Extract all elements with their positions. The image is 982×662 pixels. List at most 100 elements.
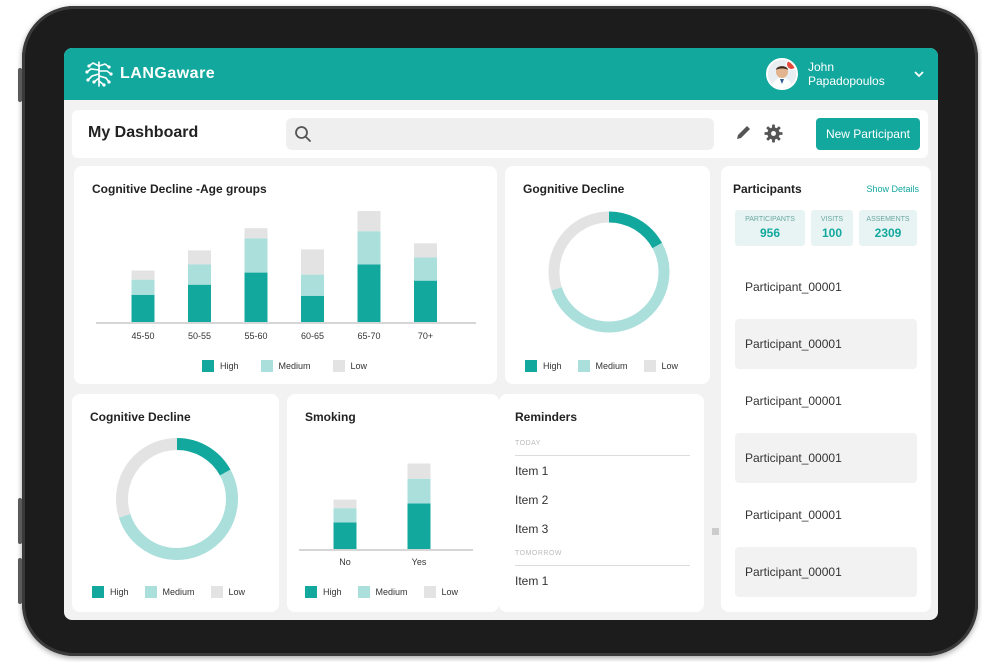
participants-panel: Participants Show Details PARTICIPANTS 9… <box>721 166 931 612</box>
participant-item[interactable]: Participant_00001 <box>735 376 917 426</box>
donut-bottom-legend: High Medium Low <box>92 586 245 598</box>
legend-label-high: High <box>543 361 562 371</box>
bar-low-50-55[interactable] <box>188 250 211 265</box>
legend-swatch-high <box>92 586 104 598</box>
bar-medium-55-60[interactable] <box>244 238 268 273</box>
bar-medium-70+[interactable] <box>414 257 437 281</box>
bar-medium-No[interactable] <box>333 508 357 523</box>
bar-high-65-70[interactable] <box>357 264 381 322</box>
cognitive-decline-donut-card: Gognitive Decline High Medium Low <box>505 166 710 384</box>
x-tick-label: No <box>339 557 351 567</box>
legend-label-high: High <box>323 587 342 597</box>
legend-swatch-medium <box>144 586 157 598</box>
participant-item[interactable]: Participant_00001 <box>735 490 917 540</box>
cognitive-decline-donut-chart-2 <box>116 438 238 560</box>
legend-swatch-medium <box>577 360 590 372</box>
today-label: TODAY <box>515 440 541 447</box>
participants-stat: PARTICIPANTS 956 <box>735 210 805 246</box>
bar-low-Yes[interactable] <box>407 463 431 479</box>
show-details-link[interactable]: Show Details <box>866 184 919 194</box>
chevron-down-icon[interactable] <box>914 67 924 81</box>
search-bar[interactable] <box>286 118 714 150</box>
bar-high-70+[interactable] <box>414 280 437 322</box>
participants-title: Participants <box>733 182 802 196</box>
bar-low-65-70[interactable] <box>357 211 381 232</box>
participant-item[interactable]: Participant_00001 <box>735 547 917 597</box>
bar-low-No[interactable] <box>333 499 357 509</box>
legend-label-medium: Medium <box>278 361 311 371</box>
bar-low-70+[interactable] <box>414 243 437 258</box>
legend-label-low: Low <box>350 361 368 371</box>
legend-swatch-low <box>332 360 345 372</box>
smoking-card: Smoking No Yes High Medium Low <box>287 394 499 612</box>
participant-item[interactable]: Participant_00001 <box>735 262 917 312</box>
reminders-card: Reminders TODAY Item 1 Item 2 Item 3 TOM… <box>499 394 704 612</box>
user-menu[interactable]: John Papadopoulos <box>766 56 924 92</box>
age-groups-chart: 45-50 50-55 55-60 60-65 65-70 70+ <box>96 211 476 341</box>
legend-label-low: Low <box>441 587 459 597</box>
power-button <box>18 498 22 544</box>
legend-swatch-high <box>202 360 214 372</box>
legend-swatch-low <box>210 586 223 598</box>
bar-low-60-65[interactable] <box>301 249 324 275</box>
bar-high-Yes[interactable] <box>407 503 431 549</box>
page-title: My Dashboard <box>88 124 199 141</box>
x-tick-label: 65-70 <box>357 331 380 341</box>
bar-high-No[interactable] <box>333 522 357 549</box>
age-chart-legend: High Medium Low <box>202 360 389 372</box>
tomorrow-label: TOMORROW <box>515 550 563 557</box>
participant-item[interactable]: Participant_00001 <box>735 319 917 369</box>
legend-swatch-low <box>643 360 656 372</box>
assements-stat: ASSEMENTS 2309 <box>859 210 917 246</box>
reminders-title: Reminders <box>515 410 578 424</box>
bar-medium-Yes[interactable] <box>407 478 431 504</box>
legend-label-medium: Medium <box>162 587 195 597</box>
bar-high-45-50[interactable] <box>131 294 155 322</box>
bar-low-45-50[interactable] <box>131 270 155 280</box>
legend-label-high: High <box>220 361 239 371</box>
bar-medium-45-50[interactable] <box>131 279 155 295</box>
legend-swatch-medium <box>260 360 273 372</box>
smoking-legend: High Medium Low <box>305 586 458 598</box>
bar-medium-60-65[interactable] <box>301 274 324 296</box>
visits-stat: VISITS 100 <box>811 210 853 246</box>
scroll-handle[interactable] <box>712 528 719 535</box>
bar-high-50-55[interactable] <box>188 284 211 322</box>
legend-swatch-high <box>305 586 317 598</box>
bar-medium-65-70[interactable] <box>357 231 381 265</box>
bar-medium-50-55[interactable] <box>188 264 211 285</box>
legend-label-medium: Medium <box>375 587 408 597</box>
search-icon <box>295 126 311 142</box>
donut-top-legend: High Medium Low <box>525 360 678 372</box>
brain-logo-icon <box>85 61 113 87</box>
legend-label-low: Low <box>661 361 679 371</box>
user-name: John Papadopoulos <box>808 60 885 88</box>
smoking-chart: No Yes <box>299 463 473 567</box>
reminder-item[interactable]: Item 2 <box>515 493 548 507</box>
bar-low-55-60[interactable] <box>244 228 268 239</box>
x-tick-label: 70+ <box>418 331 433 341</box>
gear-icon[interactable] <box>764 124 783 148</box>
reminder-item[interactable]: Item 1 <box>515 464 548 478</box>
legend-label-high: High <box>110 587 129 597</box>
logo[interactable]: LANGaware <box>84 58 215 90</box>
avatar[interactable] <box>766 58 798 90</box>
search-input[interactable] <box>320 122 704 148</box>
x-tick-label: 45-50 <box>131 331 154 341</box>
reminder-item[interactable]: Item 1 <box>515 574 548 588</box>
legend-swatch-medium <box>357 586 370 598</box>
new-participant-button[interactable]: New Participant <box>815 118 920 150</box>
bar-high-60-65[interactable] <box>301 295 324 322</box>
bar-high-55-60[interactable] <box>244 272 268 322</box>
app-screen: LANGaware John Papadopoulos My Dashboard… <box>64 48 938 620</box>
divider <box>515 565 690 566</box>
side-button <box>18 558 22 604</box>
top-bar: LANGaware John Papadopoulos <box>64 48 938 100</box>
logo-text: LANGaware <box>120 65 216 82</box>
reminder-item[interactable]: Item 3 <box>515 522 548 536</box>
x-tick-label: 55-60 <box>244 331 267 341</box>
volume-button <box>18 68 22 102</box>
participant-item[interactable]: Participant_00001 <box>735 433 917 483</box>
age-groups-card: Cognitive Decline -Age groups 45-50 50-55… <box>74 166 497 384</box>
edit-icon[interactable] <box>734 124 752 147</box>
